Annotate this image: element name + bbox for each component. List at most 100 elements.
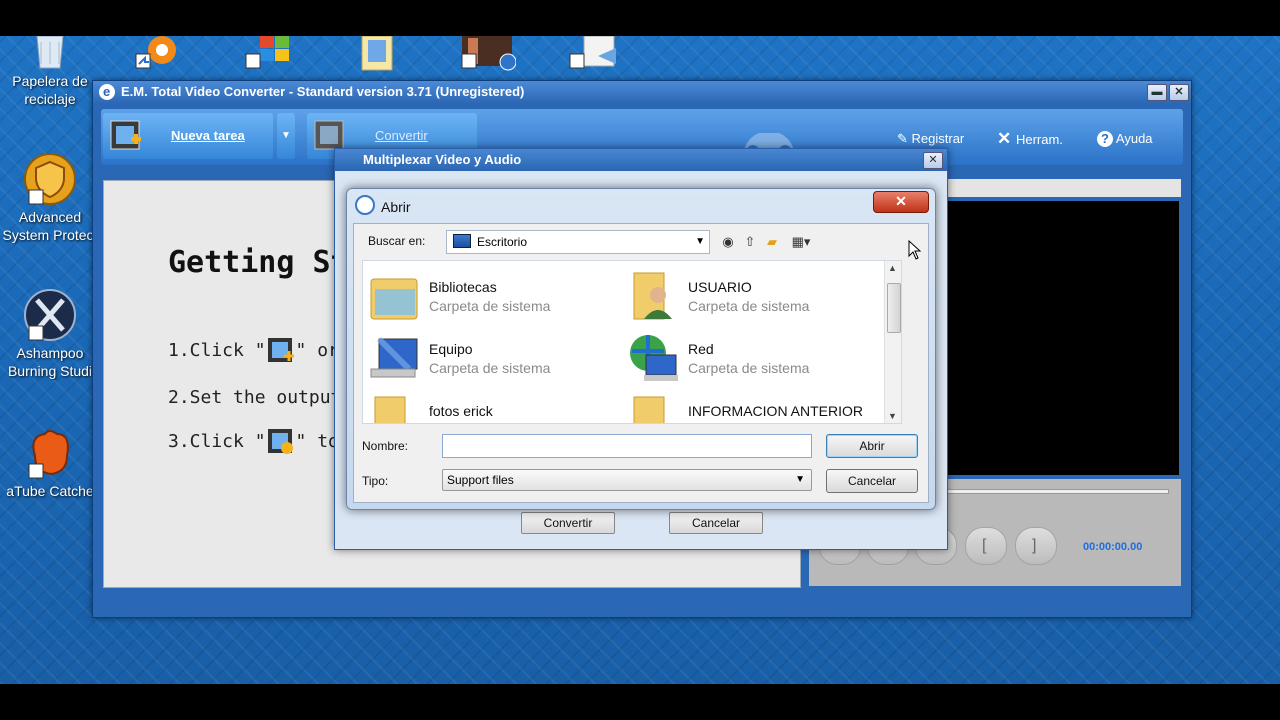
- file-item-libraries[interactable]: Bibliotecas Carpeta de sistema: [363, 267, 613, 323]
- desktop-folder-icon: [453, 234, 471, 248]
- libraries-folder-icon: [369, 271, 421, 321]
- cancel-button[interactable]: Cancelar: [826, 469, 918, 493]
- desktop-icon-label: System Protect: [2, 227, 98, 243]
- new-task-step-icon: [266, 336, 296, 366]
- shield-icon: [23, 152, 77, 206]
- scroll-up-icon[interactable]: ▲: [888, 263, 897, 273]
- desktop-icon-label: aTube Catche: [6, 483, 94, 499]
- new-task-label: Nueva tarea: [171, 128, 245, 143]
- timecode: 00:00:00.00: [1083, 541, 1143, 553]
- file-item-folder[interactable]: fotos erick: [363, 391, 613, 423]
- desktop-icon-advanced-system-protect[interactable]: Advanced System Protect: [0, 152, 100, 244]
- close-icon[interactable]: ✕: [873, 191, 929, 213]
- file-name: fotos erick: [429, 403, 493, 419]
- tools-label: Herram.: [1015, 132, 1063, 147]
- file-item-folder[interactable]: INFORMACION ANTERIOR: [622, 391, 872, 423]
- scrollbar-thumb[interactable]: [887, 283, 901, 333]
- open-dialog-title-text: Abrir: [381, 199, 411, 215]
- multiplex-convert-button[interactable]: Convertir: [521, 512, 615, 534]
- bracket-open-icon: [: [982, 537, 987, 554]
- step3-prefix: 3.Click ": [168, 431, 266, 452]
- mark-in-button[interactable]: [: [965, 527, 1007, 565]
- app-title-bar[interactable]: E.M. Total Video Converter - Standard ve…: [93, 81, 1191, 103]
- view-menu-icon[interactable]: ▦▾: [788, 234, 814, 250]
- help-icon: ?: [1097, 131, 1113, 147]
- file-desc: Carpeta de sistema: [429, 360, 551, 376]
- recycle-bin-icon: [23, 36, 77, 70]
- step1-prefix: 1.Click ": [168, 340, 266, 361]
- open-file-dialog: Abrir ✕ Buscar en: Escritorio ▼ ◉ ⇧ ▰ ▦▾…: [346, 188, 936, 510]
- minimize-button[interactable]: ▬: [1147, 84, 1167, 101]
- chevron-down-icon: ▼: [795, 474, 805, 485]
- look-in-label: Buscar en:: [368, 234, 426, 248]
- folder-icon: [628, 395, 680, 423]
- file-desc: Carpeta de sistema: [688, 298, 810, 314]
- file-type-select[interactable]: Support files ▼: [442, 469, 812, 491]
- look-in-select[interactable]: Escritorio ▼: [446, 230, 710, 254]
- file-name: Bibliotecas: [429, 279, 497, 295]
- up-folder-icon[interactable]: ⇧: [742, 234, 758, 250]
- desktop-icon-avast[interactable]: [134, 36, 182, 72]
- file-desc: Carpeta de sistema: [429, 298, 551, 314]
- desktop-icon-label: Burning Studi: [7, 363, 93, 379]
- file-list-scrollbar[interactable]: ▲ ▼: [884, 261, 901, 423]
- file-item-user[interactable]: USUARIO Carpeta de sistema: [622, 267, 872, 323]
- register-icon: ✎: [897, 131, 912, 146]
- mouse-cursor-icon: [908, 239, 922, 265]
- open-button[interactable]: Abrir: [826, 434, 918, 458]
- top-letterbox: [0, 0, 1280, 36]
- network-icon: [628, 333, 680, 383]
- chevron-down-icon: ▼: [695, 236, 705, 247]
- desktop-icon-ashampoo[interactable]: Ashampoo Burning Studi: [0, 288, 100, 380]
- file-name: USUARIO: [688, 279, 752, 295]
- mark-out-button[interactable]: ]: [1015, 527, 1057, 565]
- ashampoo-icon: [23, 288, 77, 342]
- back-icon[interactable]: ◉: [720, 234, 736, 250]
- desktop-icon-document[interactable]: [356, 36, 404, 72]
- file-name: INFORMACION ANTERIOR: [688, 403, 864, 419]
- file-item-computer[interactable]: Equipo Carpeta de sistema: [363, 329, 613, 385]
- desktop-icon-windows[interactable]: [244, 36, 292, 72]
- desktop-icon-label: reciclaje: [24, 91, 76, 107]
- type-label: Tipo:: [362, 474, 389, 488]
- desktop-icon-recycle-bin[interactable]: Papelera de reciclaje: [0, 36, 100, 108]
- file-name: Red: [688, 341, 714, 357]
- look-in-value: Escritorio: [477, 235, 528, 249]
- app-icon: [355, 195, 375, 215]
- register-label: Registrar: [911, 131, 965, 146]
- convert-step-icon: [266, 427, 296, 457]
- folder-icon: [369, 395, 421, 423]
- new-task-dropdown[interactable]: ▼: [277, 113, 295, 159]
- multiplex-cancel-button[interactable]: Cancelar: [669, 512, 763, 534]
- desktop-icon-atube-catcher[interactable]: aTube Catche: [0, 426, 100, 500]
- bracket-close-icon: ]: [1032, 537, 1037, 554]
- multiplex-close-button[interactable]: ✕: [923, 152, 943, 169]
- open-dialog-title[interactable]: Abrir: [355, 195, 411, 215]
- desktop-icon-label: Advanced: [18, 209, 82, 225]
- file-item-network[interactable]: Red Carpeta de sistema: [622, 329, 872, 385]
- help-label: Ayuda: [1115, 131, 1153, 146]
- scroll-down-icon[interactable]: ▼: [888, 411, 897, 421]
- name-label: Nombre:: [362, 439, 409, 453]
- new-task-button[interactable]: Nueva tarea: [103, 113, 273, 159]
- tools-icon: ✕: [997, 129, 1016, 148]
- multiplex-dialog-title[interactable]: Multiplexar Video y Audio: [335, 149, 947, 171]
- file-type-value: Support files: [447, 473, 514, 487]
- close-button[interactable]: ✕: [1169, 84, 1189, 101]
- user-folder-icon: [628, 271, 680, 321]
- desktop-icon-file[interactable]: [568, 36, 616, 72]
- desktop-icon-label: Ashampoo: [16, 345, 84, 361]
- file-name: Equipo: [429, 341, 473, 357]
- open-dialog-body: Buscar en: Escritorio ▼ ◉ ⇧ ▰ ▦▾ Bibliot…: [353, 223, 929, 503]
- desktop-icon-label: Papelera de: [12, 73, 88, 89]
- bottom-letterbox: [0, 684, 1280, 720]
- step1-text: 1.Click " " or ": [168, 336, 361, 366]
- help-button[interactable]: ? Ayuda: [1097, 125, 1153, 153]
- new-folder-icon[interactable]: ▰: [764, 234, 780, 250]
- file-name-input[interactable]: [442, 434, 812, 458]
- tools-button[interactable]: ✕ Herram.: [997, 125, 1063, 153]
- file-desc: Carpeta de sistema: [688, 360, 810, 376]
- film-add-icon: [109, 119, 143, 153]
- file-list: Bibliotecas Carpeta de sistema USUARIO C…: [362, 260, 902, 424]
- desktop-icon-photo[interactable]: [460, 36, 517, 72]
